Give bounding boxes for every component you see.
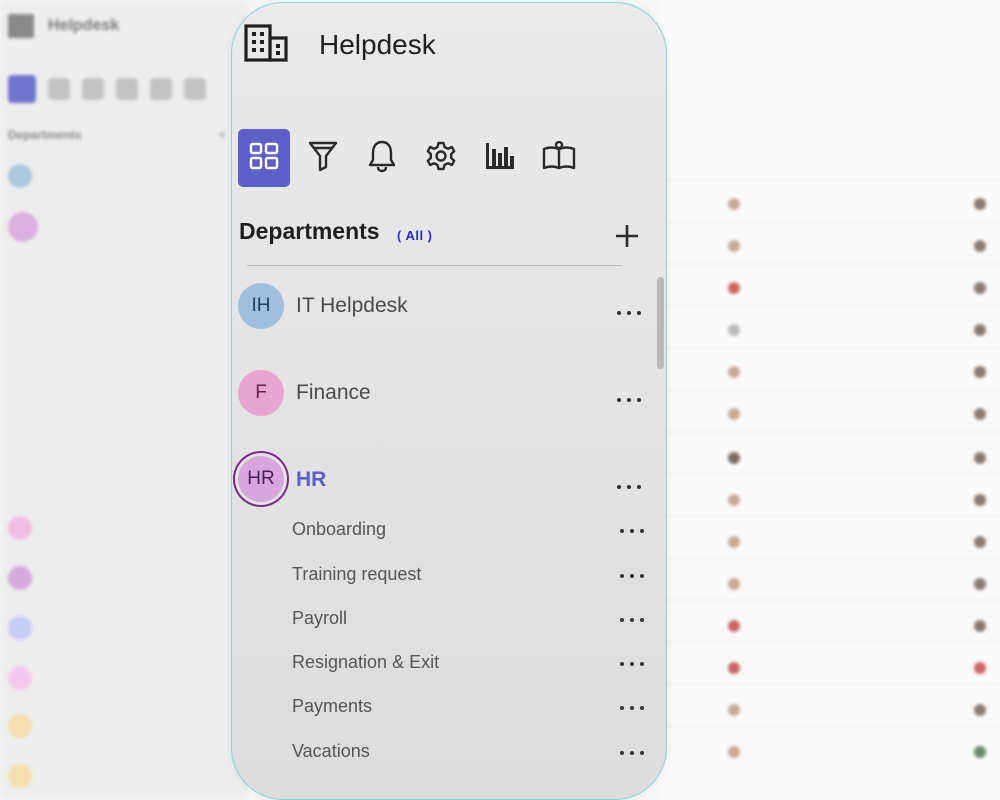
more-options-icon[interactable] [617, 482, 641, 492]
department-row-it-helpdesk[interactable]: IH IT Helpdesk [238, 283, 648, 333]
subcategory-resignation-exit[interactable]: Resignation & Exit [292, 650, 647, 676]
more-options-icon[interactable] [620, 703, 644, 713]
more-options-icon[interactable] [620, 615, 644, 625]
building-icon [244, 23, 288, 68]
app-header [244, 23, 288, 68]
department-name: Finance [296, 381, 371, 404]
subcategory-name: Vacations [292, 741, 370, 761]
dashboard-icon [249, 142, 279, 175]
subcategory-name: Payroll [292, 608, 348, 628]
reports-button[interactable] [474, 129, 526, 187]
background-dept-row [8, 212, 38, 242]
filter-icon [308, 140, 338, 177]
background-dept-row [8, 714, 32, 738]
gear-icon [425, 140, 457, 177]
department-row-hr[interactable]: HR HR [238, 456, 648, 507]
subcategory-onboarding[interactable]: Onboarding [292, 517, 647, 543]
background-dept-row [8, 566, 32, 590]
more-options-icon[interactable] [617, 308, 641, 318]
department-row-finance[interactable]: F Finance [238, 370, 648, 420]
subcategory-training-request[interactable]: Training request [292, 562, 647, 588]
bar-chart-icon [484, 141, 516, 176]
background-plus-icon: + [218, 126, 227, 142]
background-dept-row [8, 516, 32, 540]
background-dept-row [8, 616, 32, 640]
departments-filter[interactable]: ( All ) [397, 228, 433, 243]
more-options-icon[interactable] [620, 659, 644, 669]
background-column-header [726, 156, 729, 167]
toolbar [238, 129, 592, 187]
more-options-icon[interactable] [617, 395, 641, 405]
building-icon [8, 14, 34, 38]
subcategory-payments[interactable]: Payments [292, 694, 647, 720]
background-sidebar: Helpdesk Departments + [0, 0, 248, 800]
more-options-icon[interactable] [620, 571, 644, 581]
background-toolbar [8, 75, 206, 103]
background-header: Helpdesk [8, 14, 119, 38]
background-dept-row [8, 764, 32, 788]
sidebar-panel: Helpdesk Departments (All) IH IT Helpd… [231, 2, 667, 800]
app-title: Helpdesk [319, 29, 436, 60]
background-app-title: Helpdesk [48, 17, 120, 34]
background-departments-title: Departments [8, 128, 82, 142]
subcategory-payroll[interactable]: Payroll [292, 606, 647, 632]
department-name: IT Helpdesk [296, 294, 408, 317]
settings-button[interactable] [415, 129, 467, 187]
avatar: F [238, 370, 284, 416]
subcategory-name: Onboarding [292, 519, 387, 539]
more-options-icon[interactable] [620, 748, 644, 758]
background-dept-row [8, 164, 32, 188]
avatar: HR [238, 456, 284, 502]
subcategory-name: Payments [292, 696, 373, 716]
subcategory-name: Resignation & Exit [292, 652, 440, 672]
background-ticket-table [660, 0, 1000, 800]
book-icon [542, 140, 576, 176]
filter-button[interactable] [297, 129, 349, 187]
subcategory-name: Training request [292, 564, 422, 584]
department-name: HR [296, 468, 327, 491]
notifications-button[interactable] [356, 129, 408, 187]
bell-icon [367, 139, 397, 178]
subcategory-vacations[interactable]: Vacations [292, 739, 647, 765]
departments-heading: Departments [239, 218, 380, 244]
background-dept-row [8, 666, 32, 690]
scrollbar[interactable] [657, 277, 664, 369]
dashboard-button[interactable] [238, 129, 290, 187]
knowledge-base-button[interactable] [533, 129, 585, 187]
avatar: IH [238, 283, 284, 329]
add-department-button[interactable] [612, 221, 642, 251]
more-options-icon[interactable] [620, 526, 644, 536]
divider [247, 265, 622, 266]
plus-icon [612, 225, 642, 255]
